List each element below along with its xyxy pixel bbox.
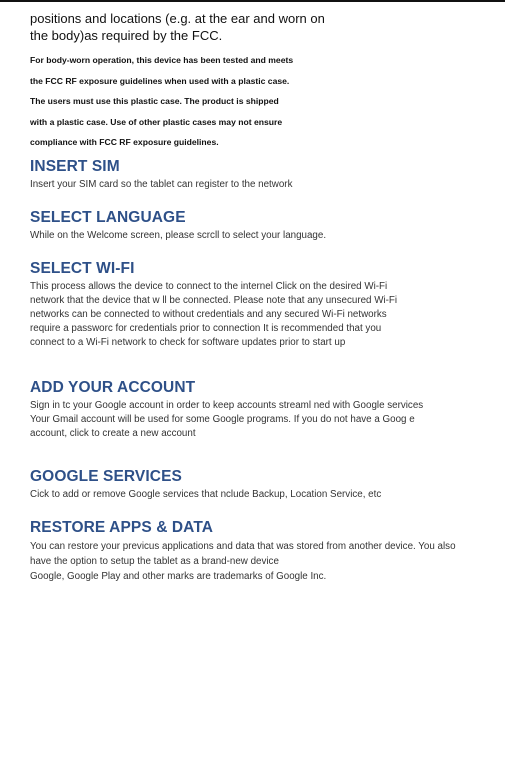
section-add-account: ADD YOUR ACCOUNT Sign in tc your Google …: [30, 378, 500, 441]
body-line: Google, Google Play and other marks are …: [30, 570, 327, 582]
section-heading: INSERT SIM: [30, 157, 120, 175]
body-line: Your Gmail account will be used for some…: [30, 413, 415, 425]
fcc-notice: For body-worn operation, this device has…: [30, 50, 500, 153]
body-line: account, click to create a new account: [30, 427, 196, 439]
section-body: Cick to add or remove Google services th…: [30, 488, 500, 502]
fcc-line: with a plastic case. Use of other plasti…: [30, 116, 283, 127]
section-insert-sim: INSERT SIM Insert your SIM card so the t…: [30, 157, 500, 192]
section-restore-apps: RESTORE APPS & DATA You can restore your…: [30, 518, 500, 584]
manual-page: positions and locations (e.g. at the ear…: [30, 10, 500, 584]
section-select-language: SELECT LANGUAGE While on the Welcome scr…: [30, 208, 500, 243]
section-google-services: GOOGLE SERVICES Cick to add or remove Go…: [30, 467, 500, 502]
fcc-line: compliance with FCC RF exposure guidelin…: [30, 137, 219, 147]
fcc-line: For body-worn operation, this device has…: [30, 55, 294, 65]
section-body: Insert your SIM card so the tablet can r…: [30, 178, 500, 192]
intro-line-2: the body)as required by the FCC.: [30, 28, 223, 43]
section-select-wifi: SELECT WI-FI This process allows the dev…: [30, 259, 500, 350]
section-heading: SELECT WI-FI: [30, 259, 135, 277]
section-heading: RESTORE APPS & DATA: [30, 518, 214, 536]
section-body: While on the Welcome screen, please scrc…: [30, 229, 500, 243]
section-body: This process allows the device to connec…: [30, 280, 500, 350]
fcc-line: The users must use this plastic case. Th…: [30, 96, 279, 106]
body-line: have the option to setup the tablet as a…: [30, 555, 279, 567]
body-line: connect to a Wi-Fi network to check for …: [30, 336, 346, 348]
section-heading: SELECT LANGUAGE: [30, 208, 186, 226]
body-line: require a passworc for credentials prior…: [30, 322, 382, 334]
body-line: This process allows the device to connec…: [30, 280, 388, 292]
body-line: Insert your SIM card so the tablet can r…: [30, 178, 293, 190]
body-line: network that the device that w ll be con…: [30, 294, 398, 306]
body-line: Sign in tc your Google account in order …: [30, 399, 424, 411]
intro-line-1: positions and locations (e.g. at the ear…: [30, 11, 325, 26]
body-line: You can restore your previcus applicatio…: [30, 540, 456, 552]
section-heading: ADD YOUR ACCOUNT: [30, 378, 196, 396]
section-heading: GOOGLE SERVICES: [30, 467, 182, 485]
body-line: Cick to add or remove Google services th…: [30, 488, 382, 500]
body-line: networks can be connected to without cre…: [30, 308, 387, 320]
top-divider: [0, 0, 505, 2]
section-body: Sign in tc your Google account in order …: [30, 399, 500, 441]
fcc-line: the FCC RF exposure guidelines when used…: [30, 75, 290, 86]
section-body: You can restore your previcus applicatio…: [30, 539, 500, 584]
body-line: While on the Welcome screen, please scrc…: [30, 229, 327, 241]
